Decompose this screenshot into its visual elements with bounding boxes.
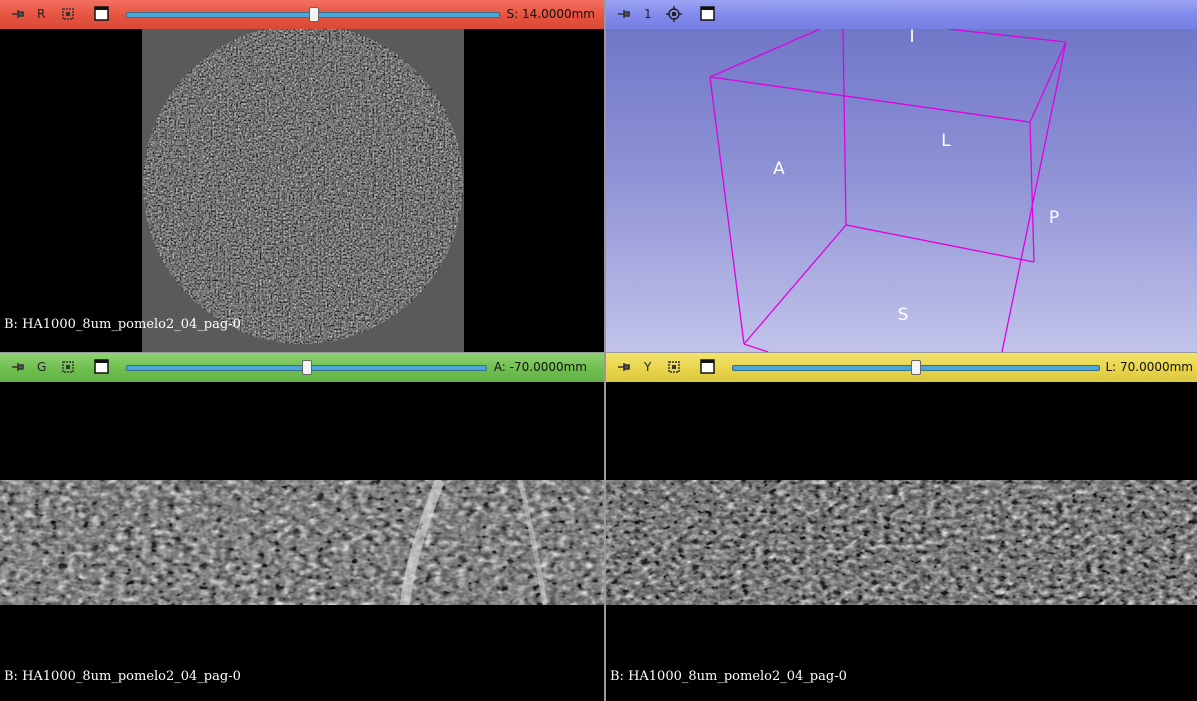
slice-offset-value: S: 14.0000mm [506, 7, 595, 21]
orientation-label-inferior: I [909, 29, 914, 47]
background-layer-label: B: HA1000_8um_pomelo2_04_pag-0 [4, 669, 241, 684]
slice-offset-slider-thumb[interactable] [302, 360, 312, 375]
orientation-label-posterior: P [1049, 208, 1059, 228]
view-splitter-vertical[interactable] [604, 0, 606, 701]
axial-slice-image [142, 29, 464, 352]
coronal-slice-image [0, 480, 604, 605]
link-icon[interactable] [666, 359, 682, 375]
link-icon[interactable] [60, 6, 76, 22]
view-splitter-horizontal[interactable] [0, 352, 1197, 353]
pin-icon[interactable] [616, 8, 632, 20]
slice-offset-value: A: -70.0000mm [493, 360, 587, 374]
background-layer-label: B: HA1000_8um_pomelo2_04_pag-0 [4, 317, 241, 332]
pin-icon[interactable] [616, 361, 632, 373]
link-icon[interactable] [60, 359, 76, 375]
slice-offset-slider-thumb[interactable] [911, 360, 921, 375]
red-slice-controller-bar: R S: 14.0000mm [0, 0, 604, 29]
yellow-slice-view[interactable]: Y L: 70.0000mm B: HA1000_8um_pomelo2_04_… [606, 353, 1197, 701]
center-view-icon[interactable] [666, 6, 682, 22]
background-layer-label: B: HA1000_8um_pomelo2_04_pag-0 [610, 669, 847, 684]
3d-bounding-box: I L A P S [709, 29, 1067, 352]
3d-view[interactable]: I L A P S 1 [606, 0, 1197, 352]
slice-offset-value: L: 70.0000mm [1105, 360, 1193, 374]
green-slice-view[interactable]: G A: -70.0000mm B: HA1000_8um_pomelo2_04… [0, 353, 604, 701]
yellow-slice-controller-bar: Y L: 70.0000mm [606, 353, 1197, 382]
window-layout-icon[interactable] [700, 359, 715, 374]
3d-view-controller-bar: 1 [606, 0, 1197, 29]
sagittal-slice-image [606, 480, 1197, 605]
slice-offset-slider-thumb[interactable] [309, 7, 319, 22]
orientation-label-superior: S [898, 305, 909, 325]
orientation-label-left: L [941, 131, 951, 151]
orientation-label-anterior: A [773, 159, 785, 179]
pin-icon[interactable] [10, 8, 26, 20]
window-layout-icon[interactable] [94, 359, 109, 374]
view-letter: Y [644, 360, 652, 374]
green-slice-controller-bar: G A: -70.0000mm [0, 353, 604, 382]
view-letter: 1 [644, 7, 652, 21]
window-layout-icon[interactable] [700, 6, 715, 21]
window-layout-icon[interactable] [94, 6, 109, 21]
red-slice-view[interactable]: R S: 14.0000mm B: HA1000_8um_pomelo2_04_… [0, 0, 604, 352]
pin-icon[interactable] [10, 361, 26, 373]
view-letter: G [37, 360, 47, 374]
view-letter: R [37, 7, 46, 21]
